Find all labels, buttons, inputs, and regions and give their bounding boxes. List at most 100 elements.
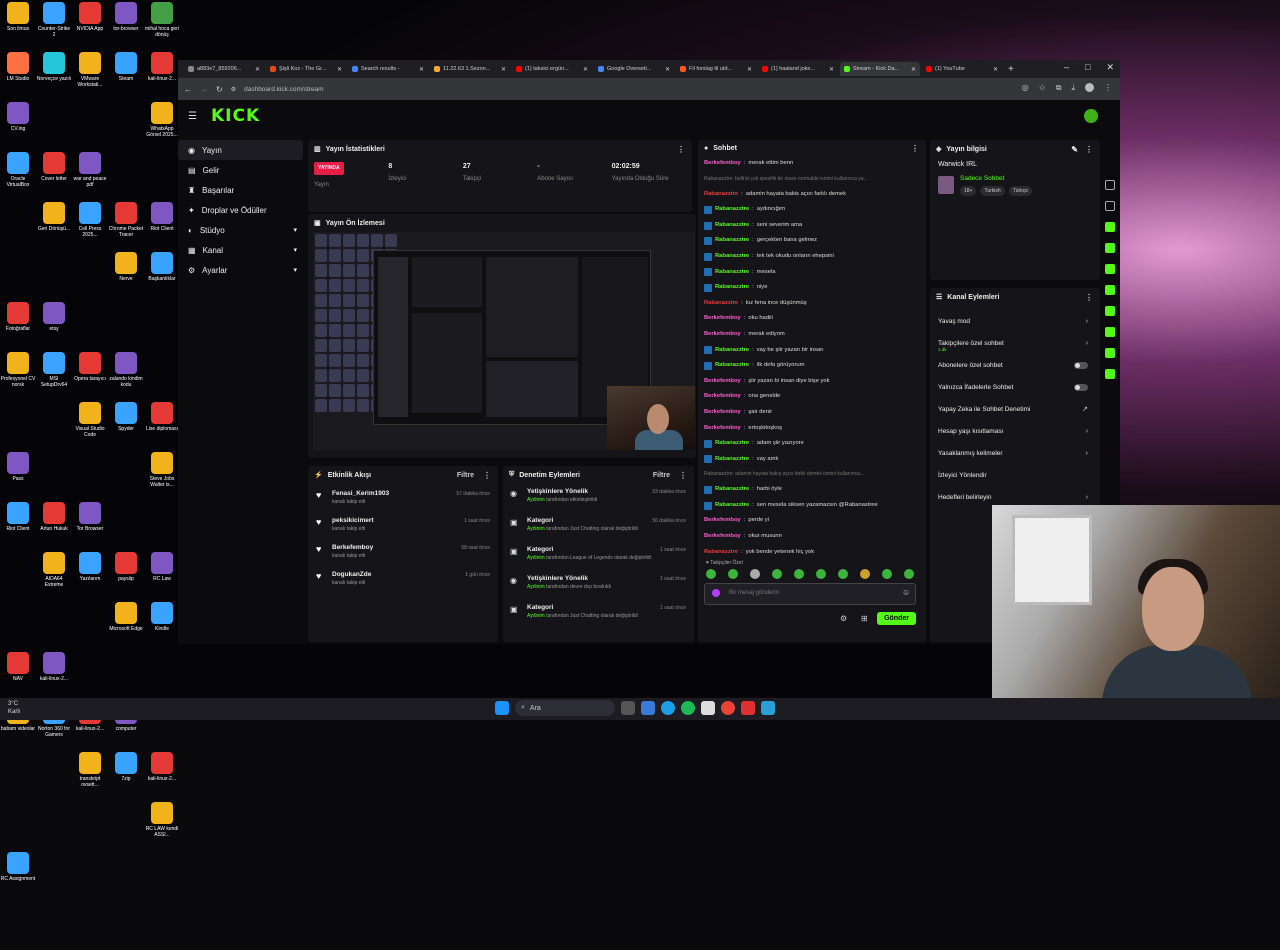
gift-icon[interactable]: ⊞ — [861, 614, 868, 623]
sidebar-item-studio[interactable]: ◐ Stüdyo ▾ — [178, 220, 303, 240]
desktop-icon[interactable]: Son ilmus — [0, 0, 36, 50]
category-name[interactable]: Sadece Sohbet — [960, 175, 1004, 182]
desktop-icon[interactable] — [0, 900, 36, 950]
desktop-icon[interactable]: Kindle — [144, 600, 180, 650]
desktop-icon[interactable]: Başkanlıklar — [144, 250, 180, 300]
desktop-icon[interactable] — [72, 250, 108, 300]
chat-username[interactable]: Rabanazztre — [715, 249, 749, 265]
list-item[interactable]: ♥ DogukanZde kanalı takip etti 1 gün önce — [308, 569, 498, 596]
desktop-icon[interactable]: mihal hoca geri dönüş — [144, 0, 180, 50]
desktop-icon[interactable]: CV.ing — [0, 100, 36, 150]
desktop-icon[interactable] — [108, 650, 144, 700]
desktop-icon[interactable]: Tor Browser — [72, 500, 108, 550]
desktop-icon[interactable] — [144, 300, 180, 350]
profile-icon[interactable] — [1085, 83, 1094, 92]
sidebar-item-gift[interactable]: ✦ Droplar ve Ödüller — [178, 200, 303, 220]
weather-widget[interactable]: 3°C Karlı — [8, 700, 20, 716]
desktop-icon[interactable]: war and peace pdf — [72, 150, 108, 200]
notepad-icon[interactable] — [701, 701, 715, 715]
tab-close-icon[interactable]: ✕ — [419, 66, 424, 73]
back-icon[interactable]: ← — [184, 85, 192, 94]
taskbar-search[interactable]: ⌕ Ara — [515, 700, 615, 716]
browser-tab[interactable]: (1) YouTube ✕ — [922, 62, 1002, 76]
channel-action-item[interactable]: Yasaklanmış kelimeler › — [930, 442, 1100, 464]
chrome-icon[interactable] — [721, 701, 735, 715]
tab-close-icon[interactable]: ✕ — [337, 66, 342, 73]
desktop-icon[interactable] — [72, 100, 108, 150]
tab-close-icon[interactable]: ✕ — [829, 66, 834, 73]
desktop-icon[interactable] — [108, 100, 144, 150]
desktop-icon[interactable] — [0, 400, 36, 450]
desktop-icon[interactable]: Lise diploması — [144, 400, 180, 450]
desktop-icon[interactable] — [36, 600, 72, 650]
stream-tag[interactable]: 18+ — [960, 186, 977, 196]
chat-username[interactable]: Berkefemboy — [704, 374, 741, 390]
desktop-icon[interactable]: RC Law — [144, 550, 180, 600]
new-tab-icon[interactable]: + — [1008, 64, 1014, 75]
stream-preview[interactable] — [313, 232, 695, 450]
desktop-icon[interactable]: zalando kindim kodu — [108, 350, 144, 400]
browser-tab[interactable]: 11.22.63 1.Sezon... ✕ — [430, 62, 510, 76]
browser-tab[interactable]: Şişli Koz - The Gr... ✕ — [266, 62, 346, 76]
chat-username[interactable]: Rabanazztre — [715, 233, 749, 249]
edit-icon[interactable]: ✎ — [1071, 145, 1078, 154]
chat-input[interactable]: Bir mesaj gönderin — [704, 583, 916, 605]
file-explorer-icon[interactable] — [641, 701, 655, 715]
desktop-icon[interactable]: Visual Studio Code — [72, 400, 108, 450]
browser-tab[interactable]: Fil forslag til utd... ✕ — [676, 62, 756, 76]
bookmark-star-icon[interactable]: ☆ — [1039, 83, 1046, 93]
emote-icon[interactable] — [816, 569, 826, 579]
forward-icon[interactable]: → — [200, 85, 208, 94]
desktop-icon[interactable] — [108, 300, 144, 350]
desktop-icon[interactable]: VMware Workstati... — [72, 50, 108, 100]
emote-icon[interactable] — [882, 569, 892, 579]
task-view-icon[interactable] — [621, 701, 635, 715]
desktop-icon[interactable] — [72, 850, 108, 900]
channel-action-item[interactable]: Yapay Zeka ile Sohbet Denetimi ↗ — [930, 398, 1100, 420]
desktop-icon[interactable]: Chrome Packet Tracer — [108, 200, 144, 250]
windows-start-icon[interactable] — [495, 701, 509, 715]
telegram-icon[interactable] — [761, 701, 775, 715]
chat-username[interactable]: Berkefemboy — [704, 529, 741, 545]
list-item[interactable]: ♥ peksikicimert kanalı takip etti 1 saat ön… — [308, 515, 498, 542]
desktop-icon[interactable]: Cover letter — [36, 150, 72, 200]
chat-username[interactable]: Rabanazztre — [704, 187, 738, 203]
desktop-icon[interactable]: Nerve — [108, 250, 144, 300]
tab-close-icon[interactable]: ✕ — [747, 66, 752, 73]
emoji-icon[interactable]: ☺ — [902, 588, 910, 597]
download-icon[interactable]: ⤓ — [1071, 83, 1075, 93]
emote-icon[interactable] — [838, 569, 848, 579]
list-item[interactable]: ▣ Kategori Aydinim tarafından Just Chattin… — [503, 515, 694, 544]
desktop-icon[interactable] — [0, 200, 36, 250]
desktop-icon[interactable] — [108, 500, 144, 550]
share-icon[interactable] — [1105, 222, 1115, 232]
desktop-icon[interactable]: NAV — [0, 650, 36, 700]
list-item[interactable]: ▣ Kategori Aydinim tarafından Just Chattin… — [503, 602, 694, 631]
opera-icon[interactable] — [741, 701, 755, 715]
desktop-icon[interactable]: Oracle VirtualBox — [0, 150, 36, 200]
desktop-icon[interactable]: tor-browser — [108, 0, 144, 50]
desktop-icon[interactable] — [36, 250, 72, 300]
desktop-icon[interactable] — [144, 350, 180, 400]
desktop-icon[interactable]: Riot Client — [144, 200, 180, 250]
desktop-icon[interactable]: WhatsApp Görsel 2025... — [144, 100, 180, 150]
stream-tag[interactable]: Türkçe — [1008, 186, 1032, 196]
desktop-icon[interactable]: LM Studio — [0, 50, 36, 100]
chat-username[interactable]: Berkefemboy — [704, 421, 741, 437]
channel-action-item[interactable]: Hesap yaşı kısıtlaması › — [930, 420, 1100, 442]
url-field[interactable]: dashboard.kick.com/stream — [244, 86, 323, 93]
activity-filter-button[interactable]: Filtre — [457, 472, 474, 479]
chat-username[interactable]: Rabanazztre — [715, 452, 749, 468]
emote-icon[interactable] — [706, 569, 716, 579]
desktop-icon[interactable]: Steve Jobs Walter is... — [144, 450, 180, 500]
chat-message-list[interactable]: Berkefemboy: merak ettim benn Rabanazztre… — [704, 156, 918, 560]
queue-icon[interactable] — [1105, 327, 1115, 337]
sidebar-item-channel[interactable]: ▦ Kanal ▾ — [178, 240, 303, 260]
chat-username[interactable]: Rabanazztre — [715, 482, 749, 498]
desktop-icon[interactable]: 7zip — [108, 750, 144, 800]
avatar[interactable] — [1084, 109, 1098, 123]
toggle-switch[interactable] — [1074, 383, 1088, 391]
chat-username[interactable]: Rabanazztre — [715, 358, 749, 374]
desktop-icon[interactable]: MSI SetupDrv64 — [36, 350, 72, 400]
more-icon[interactable]: ⋮ — [1085, 145, 1093, 154]
